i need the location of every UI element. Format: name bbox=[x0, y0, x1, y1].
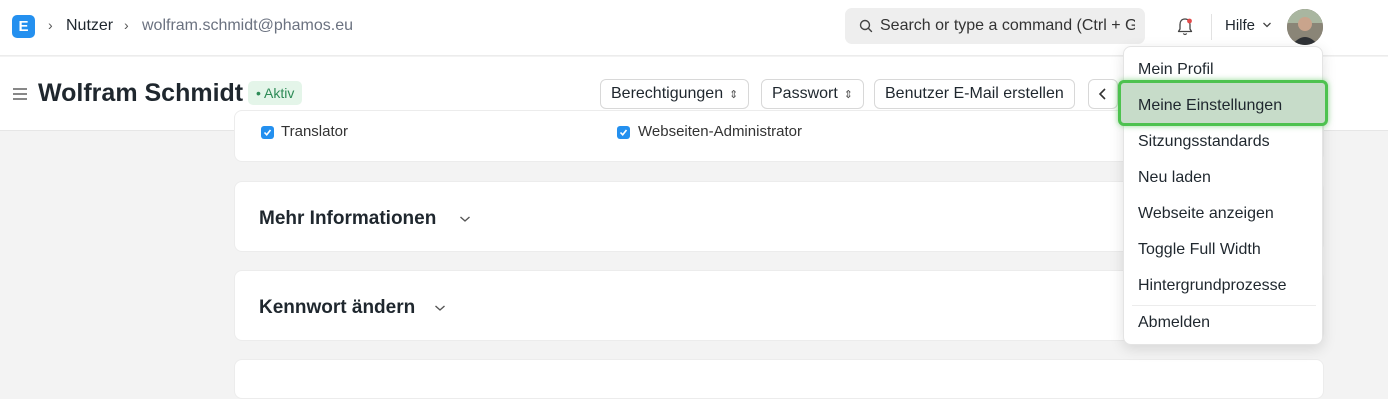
create-user-email-button[interactable]: Benutzer E-Mail erstellen bbox=[874, 79, 1075, 109]
user-dropdown-menu: Mein Profil Meine Einstellungen Sitzungs… bbox=[1118, 46, 1328, 345]
search-input[interactable]: Search or type a command (Ctrl + G) bbox=[880, 17, 1135, 35]
section-title-change-password: Kennwort ändern bbox=[259, 297, 416, 318]
role-checkbox-web-admin[interactable] bbox=[617, 126, 630, 139]
menu-item-my-profile[interactable]: Mein Profil bbox=[1138, 61, 1214, 79]
breadcrumb-separator-icon: › bbox=[124, 17, 129, 33]
chevron-down-icon[interactable] bbox=[434, 304, 446, 312]
sidebar-toggle-icon[interactable] bbox=[12, 87, 28, 101]
breadcrumb-item-user[interactable]: wolfram.schmidt@phamos.eu bbox=[142, 17, 353, 35]
app-logo-letter: E bbox=[18, 18, 29, 35]
menu-item-session-defaults[interactable]: Sitzungsstandards bbox=[1138, 133, 1270, 151]
role-label-translator: Translator bbox=[281, 123, 348, 140]
search-icon bbox=[859, 19, 873, 33]
chevron-down-icon[interactable] bbox=[459, 215, 471, 223]
navbar-divider bbox=[1211, 14, 1212, 40]
chevron-down-icon[interactable] bbox=[1262, 21, 1272, 29]
help-menu-button[interactable]: Hilfe bbox=[1225, 17, 1255, 34]
permissions-button[interactable]: Berechtigungen ⇕ bbox=[600, 79, 750, 109]
menu-divider bbox=[1132, 305, 1316, 306]
chevron-left-icon bbox=[1098, 88, 1106, 100]
breadcrumb-item-nutzer[interactable]: Nutzer bbox=[66, 17, 113, 35]
menu-item-logout[interactable]: Abmelden bbox=[1138, 314, 1210, 332]
sort-arrows-icon: ⇕ bbox=[843, 89, 854, 101]
previous-record-button[interactable] bbox=[1088, 79, 1118, 109]
section-title-more-info: Mehr Informationen bbox=[259, 208, 437, 229]
menu-item-toggle-full-width[interactable]: Toggle Full Width bbox=[1138, 241, 1261, 259]
password-button[interactable]: Passwort ⇕ bbox=[761, 79, 865, 109]
create-user-email-button-label: Benutzer E-Mail erstellen bbox=[885, 85, 1064, 102]
role-checkbox-translator[interactable] bbox=[261, 126, 274, 139]
menu-item-reload[interactable]: Neu laden bbox=[1138, 169, 1211, 187]
sort-arrows-icon: ⇕ bbox=[729, 89, 739, 101]
breadcrumb-separator-icon: › bbox=[48, 17, 53, 33]
app-logo[interactable]: E bbox=[12, 15, 35, 38]
check-icon bbox=[619, 129, 628, 137]
role-label-web-admin: Webseiten-Administrator bbox=[638, 123, 802, 140]
status-badge: • Aktiv bbox=[248, 81, 303, 105]
menu-item-background-jobs[interactable]: Hintergrundprozesse bbox=[1138, 277, 1287, 295]
password-button-label: Passwort bbox=[772, 85, 838, 102]
menu-item-view-website[interactable]: Webseite anzeigen bbox=[1138, 205, 1274, 223]
menu-item-my-settings[interactable]: Meine Einstellungen bbox=[1138, 97, 1282, 115]
user-avatar[interactable] bbox=[1287, 9, 1323, 45]
avatar-photo bbox=[1287, 9, 1323, 45]
permissions-button-label: Berechtigungen bbox=[611, 85, 724, 102]
search-bar[interactable]: Search or type a command (Ctrl + G) bbox=[845, 8, 1145, 44]
check-icon bbox=[263, 129, 272, 137]
status-badge-label: Aktiv bbox=[264, 85, 295, 101]
notification-bell-icon[interactable] bbox=[1175, 16, 1195, 38]
section-card-partial bbox=[234, 359, 1324, 399]
page-title: Wolfram Schmidt bbox=[38, 79, 244, 107]
